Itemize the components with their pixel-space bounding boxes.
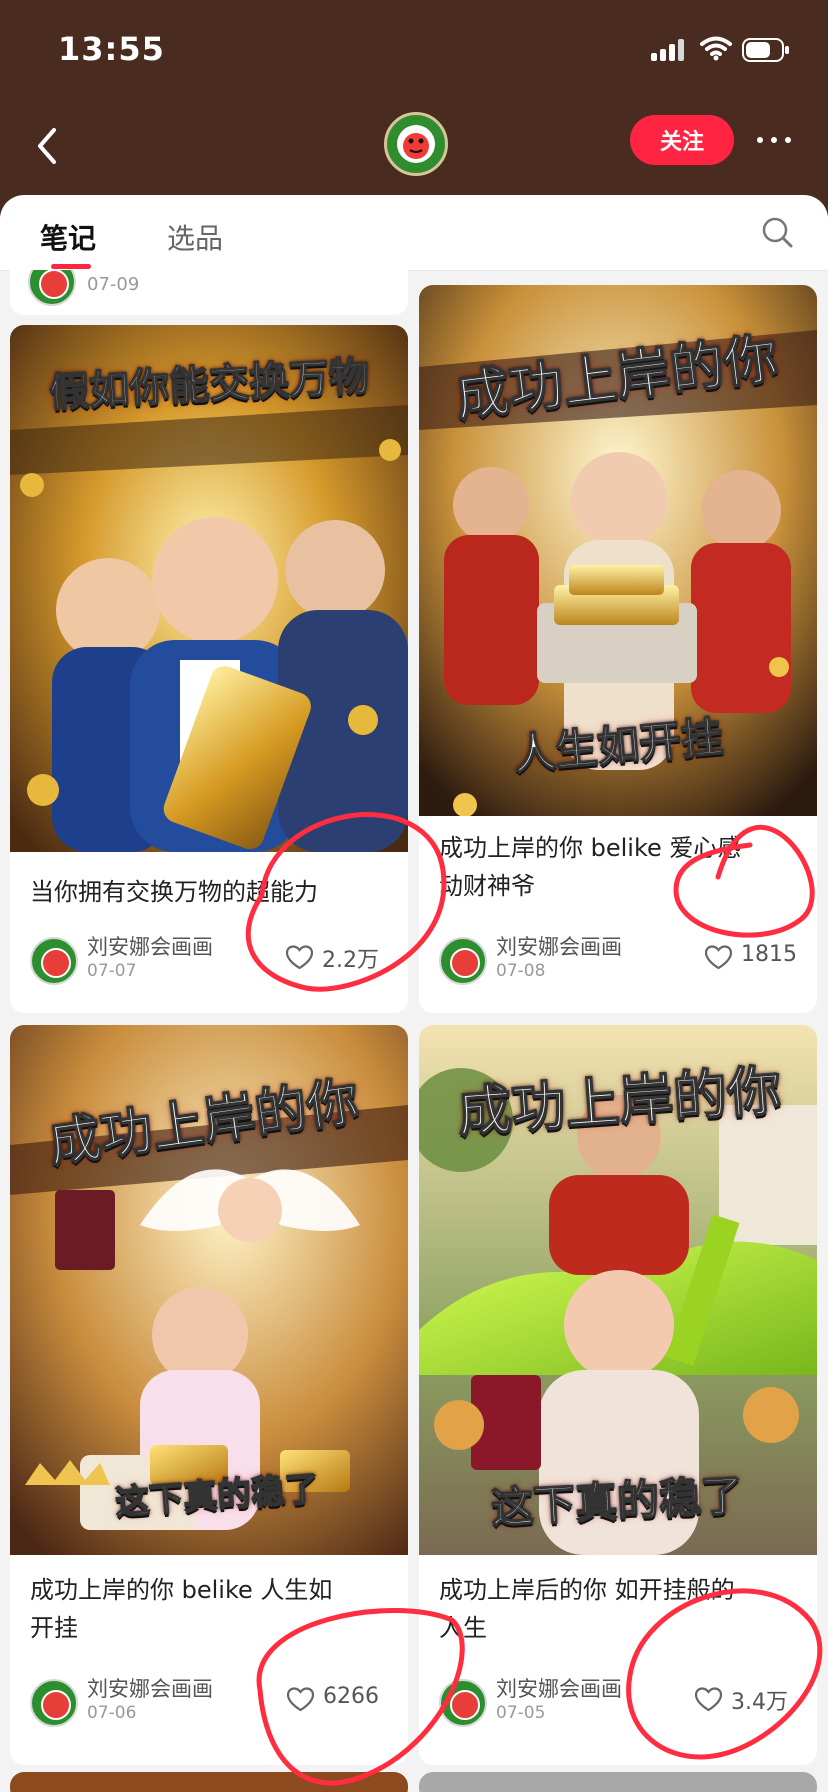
author-avatar[interactable] [30,937,78,985]
like-count: 3.4万 [731,1690,788,1715]
author-avatar[interactable] [439,1679,487,1727]
profile-avatar[interactable] [384,112,448,176]
like-count: 1815 [741,942,797,967]
like-count: 2.2万 [322,948,379,973]
notes-feed[interactable]: 07-09 假如你能交换万物 当你拥有交换万物的超能力 刘安娜会画画 07-07… [0,270,828,1792]
status-time: 13:55 [58,30,165,68]
active-tab-underline [51,264,91,269]
note-card[interactable]: 成功上岸的你 人生如开挂 成功上岸的你 belike 爱心感 动财神爷 刘安娜会… [419,285,817,1013]
note-date: 07-07 [87,961,137,981]
tab-notes[interactable]: 笔记 [40,217,96,257]
author-avatar[interactable] [439,937,487,985]
author-name[interactable]: 刘安娜会画画 [496,1673,622,1703]
note-date: 07-05 [496,1703,546,1723]
note-card[interactable]: 假如你能交换万物 当你拥有交换万物的超能力 刘安娜会画画 07-07 2.2万 [10,325,408,1013]
status-bar: 13:55 [0,0,828,100]
wifi-icon [700,36,732,61]
like-count: 6266 [323,1684,379,1709]
author-name[interactable]: 刘安娜会画画 [496,931,622,961]
note-title[interactable]: 成功上岸后的你 如开挂般的 人生 [439,1571,787,1647]
battery-icon [742,38,789,62]
back-icon[interactable] [30,122,66,170]
author-avatar[interactable] [30,1679,78,1727]
note-title[interactable]: 成功上岸的你 belike 爱心感 动财神爷 [439,829,787,905]
note-card[interactable]: 成功上岸的你 这下真的稳了 成功上岸后的你 如开挂般的 人生 刘安娜会画画 07… [419,1025,817,1765]
author-avatar[interactable] [28,270,76,306]
more-icon[interactable] [754,132,794,148]
tab-products[interactable]: 选品 [167,217,223,257]
signal-icon [651,39,689,61]
tab-panel: 笔记 选品 [0,195,828,270]
note-title[interactable]: 当你拥有交换万物的超能力 [30,873,378,911]
heart-icon[interactable] [287,1687,314,1712]
navigation-bar: 关注 [0,100,828,195]
next-note-card[interactable] [10,1772,408,1792]
note-date: 07-08 [496,961,546,981]
heart-icon[interactable] [705,945,732,970]
note-card[interactable]: 成功上岸的你 这下真的稳了 成功上岸的你 belike 人生如 开挂 刘安娜会画… [10,1025,408,1765]
author-name[interactable]: 刘安娜会画画 [87,931,213,961]
heart-icon[interactable] [286,945,313,970]
note-date: 07-09 [87,274,140,295]
author-name[interactable]: 刘安娜会画画 [87,1673,213,1703]
follow-button[interactable]: 关注 [630,115,734,165]
partial-note-card[interactable]: 07-09 [10,270,408,315]
next-note-card[interactable] [419,1772,817,1792]
note-date: 07-06 [87,1703,137,1723]
search-icon[interactable] [760,215,794,251]
note-title[interactable]: 成功上岸的你 belike 人生如 开挂 [30,1571,378,1647]
heart-icon[interactable] [695,1687,722,1712]
